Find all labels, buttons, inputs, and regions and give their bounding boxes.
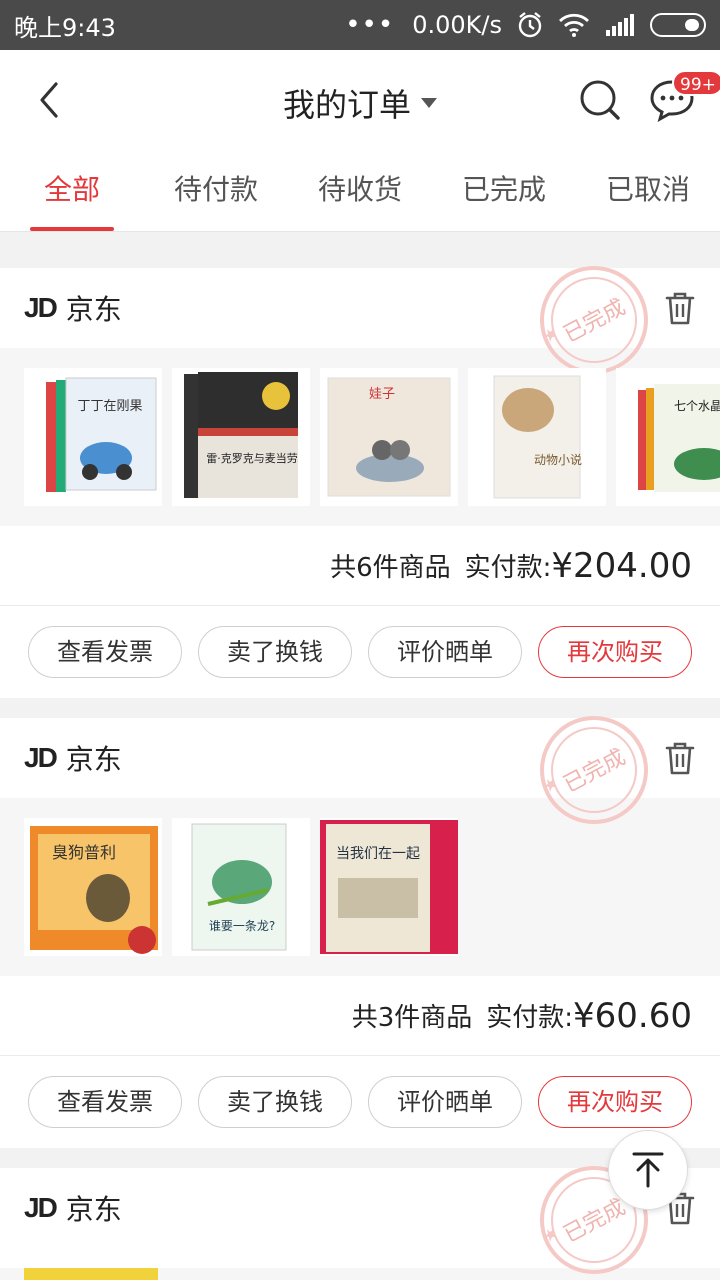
battery-icon — [650, 13, 706, 37]
product-thumbnail[interactable]: 动物小说 — [468, 368, 606, 506]
product-thumbnail[interactable] — [24, 1268, 158, 1280]
book-title: 谁要一条龙? — [209, 919, 275, 933]
status-time: 晚上9:43 — [14, 13, 116, 42]
product-thumbnail[interactable]: 臭狗普利 — [24, 818, 162, 956]
jd-logo: JD — [24, 1192, 58, 1223]
paid-label: 实付款: — [464, 553, 552, 583]
order-actions: 查看发票 卖了换钱 评价晒单 再次购买 — [0, 606, 720, 698]
shop-name: 京东 — [65, 743, 122, 776]
signal-icon — [606, 14, 634, 36]
shop-name: 京东 — [65, 293, 122, 326]
order-total-row: 共6件商品 实付款: ¥204.00 — [0, 526, 720, 606]
status-bar: 晚上9:43 ••• 0.00K/s — [0, 0, 720, 50]
product-thumbnail[interactable]: 谁要一条龙? — [172, 818, 310, 956]
stamp-text: 已完成 — [560, 295, 630, 348]
product-thumbnail[interactable]: 七个水晶球 — [616, 368, 720, 506]
shop-name: 京东 — [65, 1193, 122, 1226]
item-count: 共6件商品 — [330, 553, 451, 583]
product-thumbnail[interactable]: 丁丁在刚果 — [24, 368, 162, 506]
shop-row: JD 京东 已完成 — [0, 266, 720, 374]
order-price: ¥204.00 — [551, 545, 692, 586]
buy-again-button[interactable]: 再次购买 — [538, 626, 692, 678]
trash-icon[interactable] — [664, 290, 696, 326]
search-icon[interactable] — [578, 78, 622, 122]
order-total-row: 共3件商品 实付款: ¥60.60 — [0, 976, 720, 1056]
network-speed: 0.00K/s — [412, 11, 502, 39]
stamp-text: 已完成 — [560, 745, 630, 798]
jd-logo: JD — [24, 742, 58, 773]
product-thumbnail[interactable]: 雷·克罗克与麦当劳 — [172, 368, 310, 506]
book-title: 臭狗普利 — [52, 843, 116, 862]
order-price: ¥60.60 — [573, 995, 692, 1036]
order-tabs: 全部 待付款 待收货 已完成 已取消 — [0, 150, 720, 232]
view-invoice-button[interactable]: 查看发票 — [28, 1076, 182, 1128]
book-title: 雷·克罗克与麦当劳 — [206, 451, 298, 465]
page-title-text: 我的订单 — [282, 86, 411, 124]
paid-label: 实付款: — [486, 1003, 574, 1033]
order-card[interactable]: JD 京东 已完成 丁丁在刚果 雷·克罗克与麦当劳 娃子 动物小说 七个水晶球 … — [0, 266, 720, 698]
view-invoice-button[interactable]: 查看发票 — [28, 626, 182, 678]
resell-button[interactable]: 卖了换钱 — [198, 626, 352, 678]
order-actions: 查看发票 卖了换钱 评价晒单 再次购买 — [0, 1056, 720, 1148]
review-button[interactable]: 评价晒单 — [368, 626, 522, 678]
resell-button[interactable]: 卖了换钱 — [198, 1076, 352, 1128]
product-thumbnail[interactable]: 娃子 — [320, 368, 458, 506]
trash-icon[interactable] — [664, 740, 696, 776]
back-to-top-button[interactable] — [608, 1130, 688, 1210]
order-card[interactable]: JD 京东 已完成 臭狗普利 谁要一条龙? 当我们在一起 共3件商品 实付款: … — [0, 716, 720, 1148]
product-thumbnail[interactable]: 当我们在一起 — [320, 818, 458, 956]
back-to-top-icon — [632, 1152, 664, 1188]
jd-logo: JD — [24, 292, 58, 323]
wifi-icon — [559, 13, 589, 37]
dropdown-caret-icon — [421, 98, 437, 108]
book-title: 娃子 — [369, 387, 395, 402]
message-badge: 99+ — [672, 70, 720, 96]
completed-stamp-icon: 已完成 — [540, 266, 648, 374]
item-count: 共3件商品 — [351, 1003, 473, 1033]
tab-pending-payment[interactable]: 待付款 — [144, 150, 288, 231]
book-title: 七个水晶球 — [674, 399, 720, 413]
review-button[interactable]: 评价晒单 — [368, 1076, 522, 1128]
tab-completed[interactable]: 已完成 — [432, 150, 576, 231]
nav-bar: 我的订单 99+ — [0, 50, 720, 150]
tab-all[interactable]: 全部 — [0, 150, 144, 231]
stamp-text: 已完成 — [560, 1195, 630, 1248]
shop-row: JD 京东 已完成 — [0, 716, 720, 824]
tab-cancelled[interactable]: 已取消 — [576, 150, 720, 231]
completed-stamp-icon: 已完成 — [540, 716, 648, 824]
book-title: 丁丁在刚果 — [77, 399, 142, 414]
book-title: 当我们在一起 — [336, 846, 420, 862]
tab-pending-receipt[interactable]: 待收货 — [288, 150, 432, 231]
status-dots: ••• — [345, 10, 395, 40]
buy-again-button[interactable]: 再次购买 — [538, 1076, 692, 1128]
status-icons: ••• 0.00K/s — [345, 10, 706, 40]
alarm-icon — [518, 12, 542, 38]
book-title: 动物小说 — [534, 452, 582, 467]
